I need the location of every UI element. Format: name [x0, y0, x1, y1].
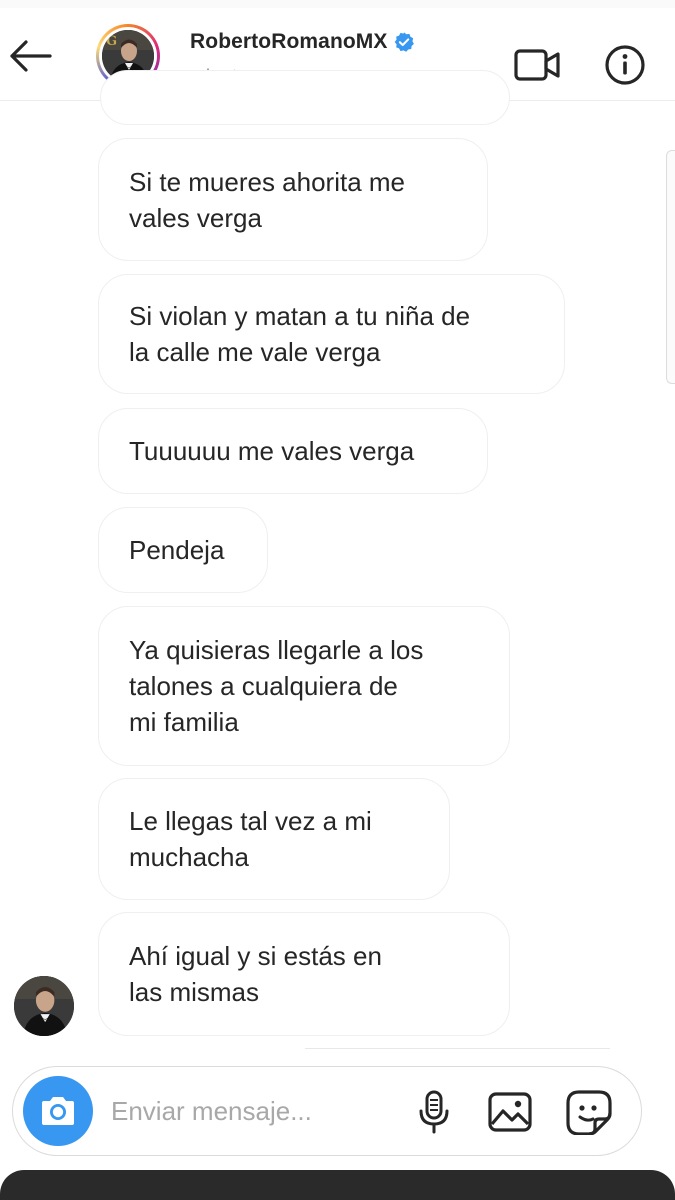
- message-composer: [12, 1066, 642, 1156]
- message-bubble[interactable]: Si violan y matan a tu niña de la calle …: [98, 274, 565, 394]
- message-bubble[interactable]: Pendeja: [98, 507, 268, 593]
- message-text: Si violan y matan a tu niña de la calle …: [129, 301, 471, 367]
- verified-badge-icon: [394, 32, 414, 52]
- message-bubble[interactable]: Le llegas tal vez a mi muchacha: [98, 778, 450, 900]
- message-bubble[interactable]: Tuuuuuu me vales verga: [98, 408, 488, 494]
- info-button[interactable]: [604, 44, 646, 86]
- video-camera-icon: [514, 49, 560, 81]
- bottom-sheet: [0, 1170, 675, 1200]
- username: RobertoRomanoMX: [190, 30, 388, 53]
- message-text: Si te mueres ahorita me vales verga: [129, 166, 406, 233]
- message-list: Si te mueres ahorita me vales verga Si v…: [0, 70, 675, 1060]
- sticker-button[interactable]: [565, 1089, 613, 1136]
- dm-screen: G RobertoRomanoMX robertoromanomx: [0, 0, 675, 1200]
- username-row[interactable]: RobertoRomanoMX: [190, 30, 415, 54]
- svg-text:G: G: [106, 34, 117, 49]
- message-bubble[interactable]: Ya quisieras llegarle a los talones a cu…: [98, 606, 510, 766]
- message-text: Ya quisieras llegarle a los talones a cu…: [129, 635, 424, 737]
- microphone-icon: [419, 1090, 449, 1134]
- message-text: Tuuuuuu me vales verga: [129, 436, 415, 466]
- back-button[interactable]: [6, 36, 54, 76]
- message-input[interactable]: [111, 1089, 401, 1133]
- message-bubble-partial: [100, 70, 510, 125]
- message-bubble[interactable]: Si te mueres ahorita me vales verga: [98, 138, 488, 261]
- info-icon: [605, 45, 645, 85]
- image-icon: [488, 1092, 532, 1132]
- video-call-button[interactable]: [514, 48, 562, 82]
- gallery-button[interactable]: [487, 1091, 533, 1133]
- message-text: Le llegas tal vez a mi muchacha: [129, 806, 372, 872]
- message-text: Ahí igual y si estás en las mismas: [129, 941, 382, 1007]
- camera-icon: [42, 1097, 74, 1125]
- sticker-icon: [566, 1090, 612, 1136]
- arrow-left-icon: [10, 40, 52, 72]
- microphone-button[interactable]: [415, 1089, 453, 1135]
- message-text: Pendeja: [129, 535, 225, 565]
- divider: [305, 1048, 610, 1049]
- message-bubble[interactable]: Ahí igual y si estás en las mismas: [98, 912, 510, 1036]
- sender-avatar[interactable]: [14, 976, 74, 1036]
- camera-button[interactable]: [23, 1076, 93, 1146]
